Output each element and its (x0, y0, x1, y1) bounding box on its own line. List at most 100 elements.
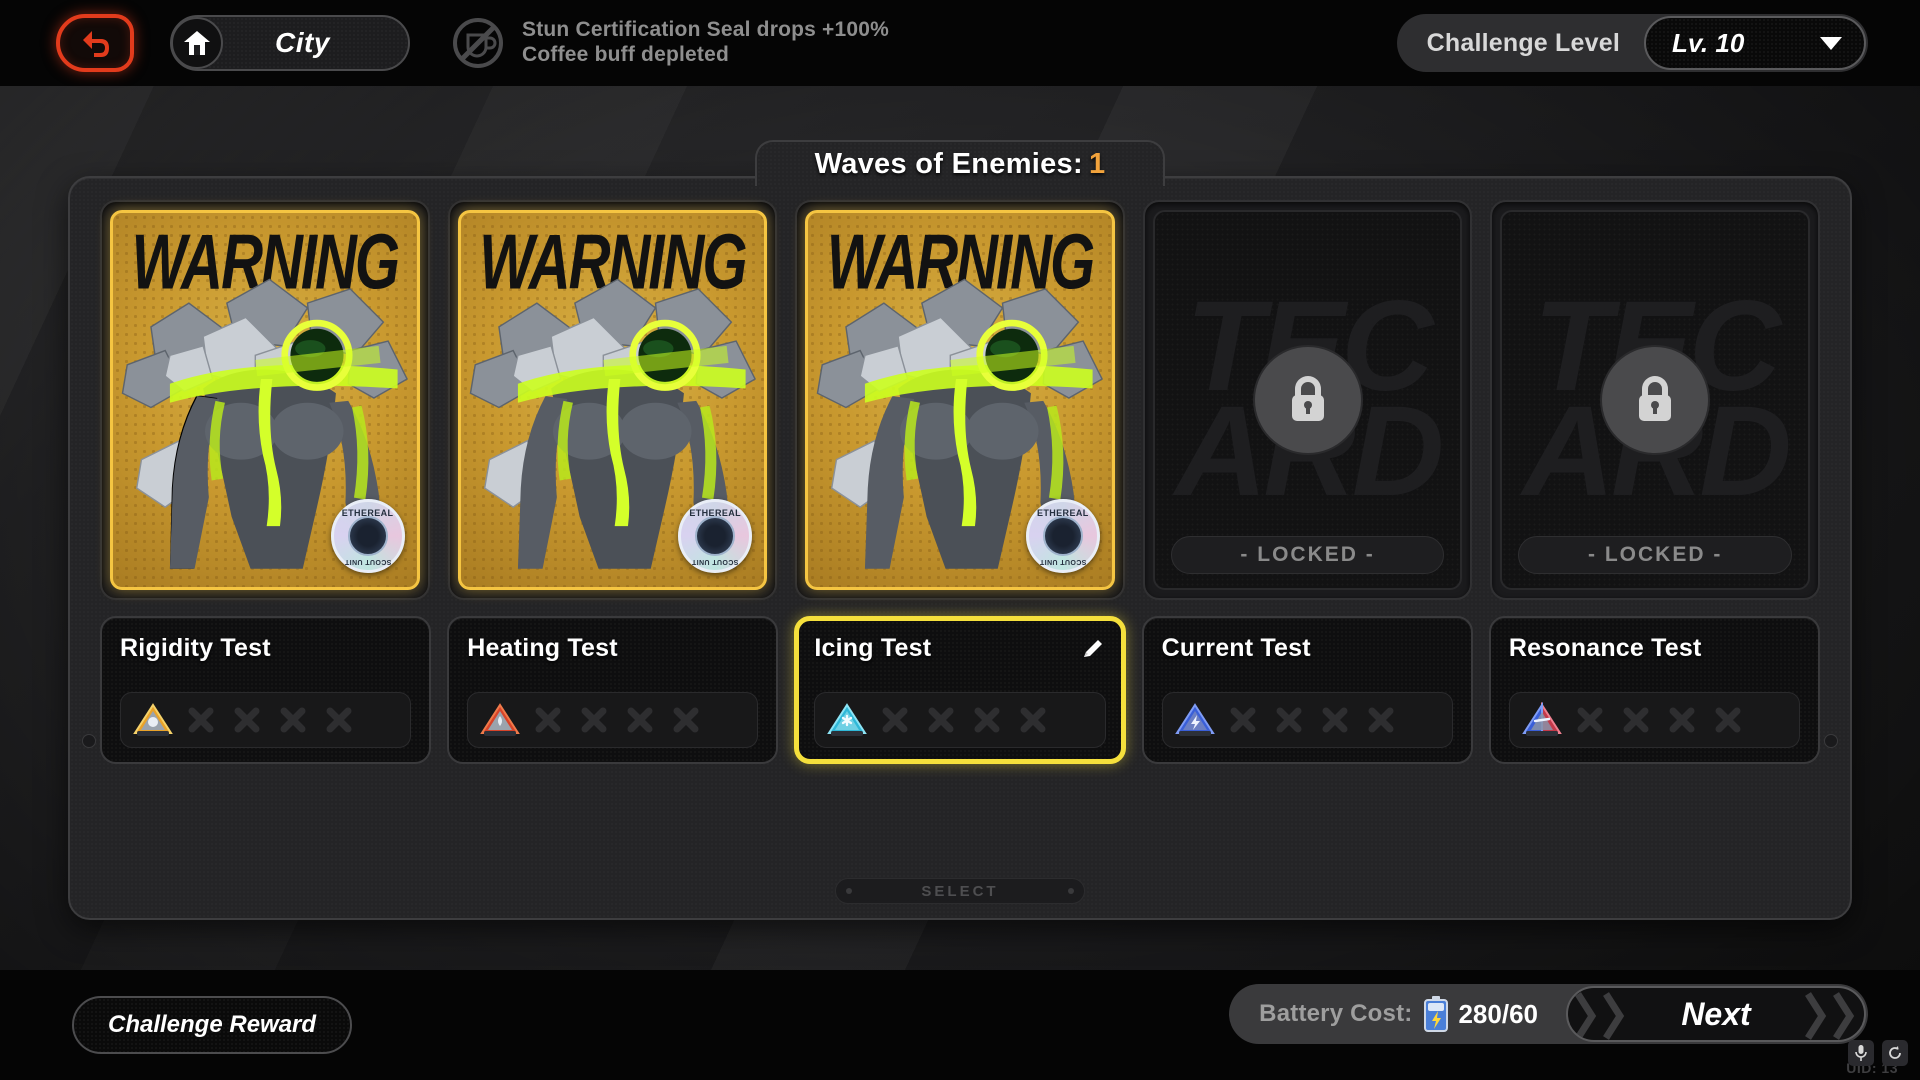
back-arrow-icon (83, 31, 109, 57)
challenge-reward-button[interactable]: Challenge Reward (72, 996, 353, 1054)
seal-center (1042, 516, 1083, 556)
empty-slot-x-icon (581, 707, 607, 733)
waves-label: Waves of Enemies: (814, 147, 1083, 180)
refresh-button[interactable] (1882, 1040, 1908, 1066)
ethereal-seal-badge: ETHEREAL SCOUT UNIT (1025, 499, 1100, 573)
enemy-card[interactable]: WARNING ETHEREAL SCOUT UNIT (457, 210, 768, 590)
test-card-heating[interactable]: Heating Test (447, 616, 779, 764)
chevron-decor-icon (1833, 992, 1855, 1040)
locked-card: TEC ARD - LOCKED - (1152, 210, 1463, 590)
test-card-icing[interactable]: Icing Test (794, 616, 1126, 764)
panel-screw-right (1824, 734, 1838, 748)
heating-triangle-icon (480, 703, 521, 736)
lock-icon-wrap (1602, 347, 1709, 453)
bottom-bar: Challenge Reward Battery Cost: 280/60 Ne… (0, 970, 1920, 1080)
chevron-down-icon (1820, 36, 1842, 50)
microphone-button[interactable] (1848, 1040, 1874, 1066)
lock-icon-wrap (1254, 347, 1361, 453)
test-slot-track (467, 692, 759, 748)
seal-bottom-text: SCOUT UNIT (691, 558, 739, 565)
empty-slot-x-icon (1230, 707, 1256, 733)
location-button[interactable]: City (170, 15, 410, 71)
empty-slot-x-icon (1715, 707, 1741, 733)
empty-slot-x-icon (535, 707, 561, 733)
seal-top-text: ETHEREAL (341, 508, 394, 518)
next-label: Next (1681, 995, 1751, 1032)
chevron-decor-icon (1603, 992, 1625, 1040)
empty-slot-x-icon (1623, 707, 1649, 733)
enemy-card-slot[interactable]: WARNING ETHEREAL SCOUT UNIT (447, 200, 778, 600)
location-label: City (275, 27, 330, 58)
empty-slot-x-icon (928, 707, 954, 733)
seal-center (695, 516, 736, 556)
empty-slot-x-icon (974, 707, 1000, 733)
test-name: Heating Test (467, 634, 618, 662)
home-icon-wrap (171, 17, 223, 69)
empty-slot-x-icon (1368, 707, 1394, 733)
locked-bar: - LOCKED - (1170, 536, 1445, 574)
test-card-current[interactable]: Current Test (1141, 616, 1473, 764)
empty-slot-x-icon (673, 707, 699, 733)
microphone-icon (1855, 1045, 1867, 1061)
locked-label: - LOCKED - (1588, 543, 1723, 566)
enemy-card[interactable]: WARNING ETHEREAL SCOUT UNIT (110, 210, 420, 590)
empty-slot-x-icon (1020, 707, 1046, 733)
top-bar: City Stun Certification Seal drops +100%… (0, 0, 1920, 86)
empty-slot-x-icon (188, 707, 214, 733)
seal-top-text: ETHEREAL (689, 508, 742, 518)
test-slot-track (814, 692, 1106, 748)
empty-slot-x-icon (326, 707, 352, 733)
test-slot-track (1161, 692, 1453, 748)
challenge-level-value: Lv. 10 (1672, 27, 1745, 58)
plate-dot-left (846, 888, 852, 894)
battery-cost-label: Battery Cost: (1259, 1000, 1413, 1027)
panel-screw-left (82, 734, 96, 748)
back-button[interactable] (56, 14, 134, 72)
lock-icon (1291, 376, 1324, 421)
test-name: Current Test (1161, 634, 1311, 662)
battery-cost-group: Battery Cost: 280/60 Next (1229, 984, 1868, 1044)
battery-cost-value: 280/60 (1458, 998, 1538, 1029)
empty-slot-x-icon (1577, 707, 1603, 733)
locked-bar: - LOCKED - (1518, 536, 1792, 574)
rigidity-triangle-icon (133, 703, 173, 736)
enemy-card-slot[interactable]: WARNING ETHEREAL SCOUT UNIT (100, 200, 430, 600)
buff-line-1: Stun Certification Seal drops +100% (522, 18, 890, 42)
empty-slot-x-icon (627, 707, 653, 733)
empty-slot-x-icon (1276, 707, 1302, 733)
waves-tab: Waves of Enemies: 1 (755, 140, 1165, 186)
seal-bottom-text: SCOUT UNIT (344, 558, 391, 565)
chevron-decor-icon (1805, 992, 1827, 1040)
locked-label: - LOCKED - (1240, 543, 1375, 566)
buff-line-2: Coffee buff depleted (522, 43, 729, 66)
locked-card: TEC ARD - LOCKED - (1500, 210, 1810, 590)
buff-status: Stun Certification Seal drops +100% Coff… (452, 17, 889, 69)
next-button[interactable]: Next (1566, 986, 1866, 1042)
enemy-card[interactable]: WARNING ETHEREAL SCOUT UNIT (805, 210, 1115, 590)
test-card-resonance[interactable]: Resonance Test (1488, 616, 1821, 764)
test-name: Icing Test (814, 634, 932, 662)
system-icons (1848, 1040, 1908, 1066)
select-strip: SELECT (70, 874, 1850, 908)
test-card-rigidity[interactable]: Rigidity Test (100, 616, 432, 764)
home-icon (184, 31, 210, 55)
select-label: SELECT (921, 882, 999, 900)
main-panel: WARNING ETHEREAL SCOUT UNIT WARNING ETHE… (68, 176, 1852, 920)
test-name: Rigidity Test (120, 634, 271, 662)
lock-icon (1639, 376, 1672, 421)
test-row: Rigidity Test Heating Test Icing Test Cu… (100, 616, 1821, 788)
battery-icon (1424, 996, 1449, 1032)
challenge-reward-label: Challenge Reward (108, 1011, 317, 1038)
challenge-level-dropdown[interactable]: Lv. 10 (1644, 16, 1866, 70)
empty-slot-x-icon (280, 707, 306, 733)
waves-count: 1 (1088, 147, 1106, 180)
enemy-card-slot[interactable]: WARNING ETHEREAL SCOUT UNIT (795, 200, 1125, 600)
enemy-card-slot-locked: TEC ARD - LOCKED - (1142, 200, 1473, 600)
pencil-icon[interactable] (1080, 636, 1106, 662)
empty-slot-x-icon (1669, 707, 1695, 733)
enemy-card-slot-locked: TEC ARD - LOCKED - (1490, 200, 1820, 600)
seal-top-text: ETHEREAL (1036, 508, 1089, 518)
test-slot-track (1508, 692, 1801, 748)
seal-center (347, 516, 388, 556)
chevron-decor-icon (1575, 992, 1597, 1040)
